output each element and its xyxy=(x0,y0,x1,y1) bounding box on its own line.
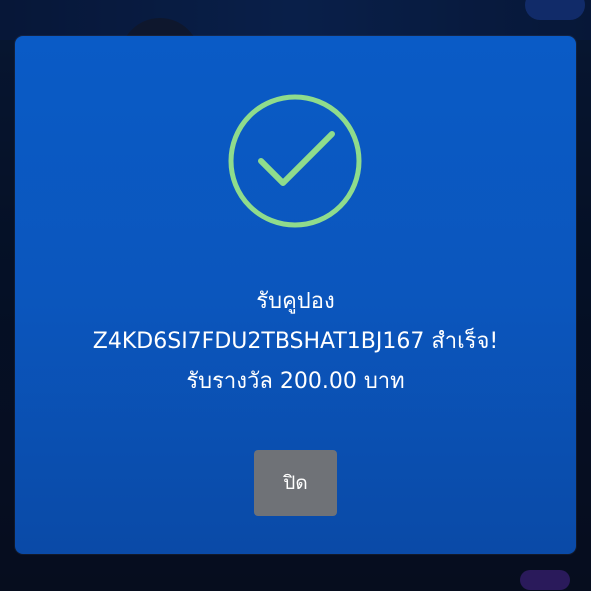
message-line-title: รับคูปอง xyxy=(256,289,335,314)
message-line-reward: รับรางวัล 200.00 บาท xyxy=(186,369,405,394)
message-line-coupon: Z4KD6SI7FDU2TBSHAT1BJ167 สำเร็จ! xyxy=(92,329,499,354)
close-button[interactable]: ปิด xyxy=(254,450,337,516)
check-circle-icon xyxy=(228,94,362,228)
success-message: รับคูปอง Z4KD6SI7FDU2TBSHAT1BJ167 สำเร็จ… xyxy=(0,282,591,402)
